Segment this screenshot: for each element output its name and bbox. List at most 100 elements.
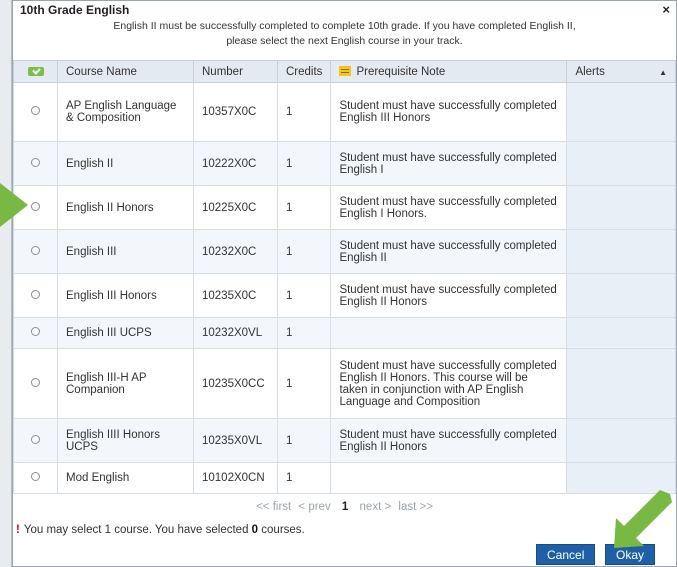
- instruction-message: English II must be successfully complete…: [13, 19, 676, 49]
- alerts-cell: [566, 185, 676, 230]
- course-credits-cell: 1: [276, 82, 332, 142]
- instruction-line-2: please select the next English course in…: [226, 35, 463, 47]
- course-name-cell: Mod English: [57, 462, 194, 494]
- course-credits-cell: 1: [276, 141, 332, 186]
- course-number-cell: 10357X0C: [193, 82, 278, 142]
- course-number-cell: 10225X0C: [193, 185, 278, 230]
- number-header[interactable]: Number: [193, 60, 278, 83]
- course-radio[interactable]: [31, 157, 40, 167]
- course-row[interactable]: English II Honors 10225X0C 1 Student must h…: [13, 185, 676, 230]
- course-radio[interactable]: [31, 377, 40, 387]
- select-cell: [13, 229, 58, 274]
- select-cell: [13, 141, 58, 186]
- dialog-titlebar: 10th Grade English ×: [13, 1, 676, 17]
- course-radio[interactable]: [31, 106, 40, 115]
- alerts-cell: [566, 462, 676, 494]
- warning-icon: !: [16, 524, 20, 536]
- select-cell: [13, 462, 58, 494]
- status-suffix: courses.: [261, 524, 305, 536]
- course-row[interactable]: English III-H AP Companion 10235X0CC 1 Stud…: [13, 348, 676, 419]
- course-table: Course Name Number Credits Prerequisite …: [13, 60, 676, 494]
- prereq-note-cell: Student must have successfully completed…: [330, 82, 568, 142]
- pagination: << first < prev 1 next > last >>: [13, 501, 676, 513]
- status-prefix: You may select 1 course. You have select…: [23, 524, 249, 536]
- course-row[interactable]: English IIII Honors UCPS 10235X0VL 1 Studen…: [13, 418, 676, 463]
- course-name-cell: English II Honors: [57, 185, 194, 230]
- prereq-note-cell: Student must have successfully completed…: [330, 418, 568, 463]
- course-radio[interactable]: [31, 289, 40, 299]
- alerts-cell: [566, 317, 676, 349]
- alerts-header-label: Alerts: [575, 65, 605, 78]
- checkmark-icon: [27, 66, 44, 76]
- prereq-note-cell: Student must have successfully completed…: [330, 348, 568, 419]
- pointer-arrow-icon: [0, 183, 28, 227]
- course-credits-cell: 1: [276, 185, 332, 230]
- prereq-header-label: Prerequisite Note: [356, 65, 446, 78]
- course-name-cell: English III-H AP Companion: [57, 348, 194, 419]
- course-number-cell: 10232X0VL: [193, 317, 278, 349]
- course-number-cell: 10222X0C: [193, 141, 278, 186]
- pointer-arrow-diagonal-icon: [614, 490, 672, 548]
- note-icon: [339, 66, 352, 77]
- alerts-cell: [566, 141, 676, 186]
- select-cell: [13, 273, 58, 318]
- prereq-note-cell: [330, 317, 568, 349]
- prereq-note-cell: Student must have successfully completed…: [330, 273, 568, 318]
- course-name-cell: English III: [57, 229, 194, 274]
- course-row[interactable]: English II 10222X0C 1 Student must have suc…: [13, 141, 676, 186]
- course-radio[interactable]: [31, 327, 40, 336]
- course-credits-cell: 1: [276, 273, 332, 318]
- pager-current-page: 1: [341, 501, 349, 513]
- course-row[interactable]: English III Honors 10235X0C 1 Student must …: [13, 273, 676, 318]
- course-name-cell: AP English Language & Composition: [57, 82, 194, 142]
- course-name-cell: English IIII Honors UCPS: [57, 418, 194, 463]
- background-page-strip: [0, 0, 12, 567]
- dialog-title: 10th Grade English: [20, 3, 130, 17]
- pager-first-link[interactable]: << first: [256, 501, 291, 513]
- course-row[interactable]: AP English Language & Composition 10357X0…: [13, 82, 676, 142]
- pager-next-link[interactable]: next >: [360, 501, 392, 513]
- course-number-cell: 10235X0C: [193, 273, 278, 318]
- alerts-cell: [566, 348, 676, 419]
- course-radio[interactable]: [31, 245, 40, 255]
- course-name-header[interactable]: Course Name: [57, 60, 194, 83]
- course-number-cell: 10235X0CC: [193, 348, 278, 419]
- pager-last-link[interactable]: last >>: [398, 501, 433, 513]
- course-credits-cell: 1: [276, 462, 332, 494]
- sort-up-icon[interactable]: ▲: [659, 68, 667, 77]
- course-row[interactable]: English III 10232X0C 1 Student must have su…: [13, 229, 676, 274]
- course-number-cell: 10235X0VL: [193, 418, 278, 463]
- course-credits-cell: 1: [276, 418, 332, 463]
- course-selection-dialog: 10th Grade English × English II must be …: [12, 0, 677, 567]
- course-name-cell: English III Honors: [57, 273, 194, 318]
- select-cell: [13, 348, 58, 419]
- alerts-cell: [566, 82, 676, 142]
- prereq-note-cell: [330, 462, 568, 494]
- select-column-header: [13, 60, 58, 83]
- course-row[interactable]: English III UCPS 10232X0VL 1: [13, 317, 676, 349]
- alerts-header[interactable]: Alerts ▲: [566, 60, 676, 83]
- close-icon[interactable]: ×: [662, 2, 670, 17]
- course-radio[interactable]: [31, 472, 40, 481]
- select-cell: [13, 317, 58, 349]
- course-credits-cell: 1: [276, 229, 332, 274]
- prereq-note-cell: Student must have successfully completed…: [330, 229, 568, 274]
- pager-prev-link[interactable]: < prev: [298, 501, 330, 513]
- course-credits-cell: 1: [276, 317, 332, 349]
- prereq-note-cell: Student must have successfully completed…: [330, 141, 568, 186]
- prereq-note-cell: Student must have successfully completed…: [330, 185, 568, 230]
- selection-status: ! You may select 1 course. You have selec…: [16, 524, 305, 536]
- course-name-cell: English II: [57, 141, 194, 186]
- course-name-cell: English III UCPS: [57, 317, 194, 349]
- cancel-button[interactable]: Cancel: [536, 544, 596, 565]
- course-credits-cell: 1: [276, 348, 332, 419]
- alerts-cell: [566, 273, 676, 318]
- prereq-header[interactable]: Prerequisite Note: [330, 60, 568, 83]
- course-radio[interactable]: [31, 434, 40, 444]
- course-number-cell: 10232X0C: [193, 229, 278, 274]
- course-row[interactable]: Mod English 10102X0CN 1: [13, 462, 676, 494]
- credits-header[interactable]: Credits: [276, 60, 332, 83]
- instruction-line-1: English II must be successfully complete…: [113, 20, 576, 32]
- select-cell: [13, 418, 58, 463]
- course-radio[interactable]: [31, 201, 40, 211]
